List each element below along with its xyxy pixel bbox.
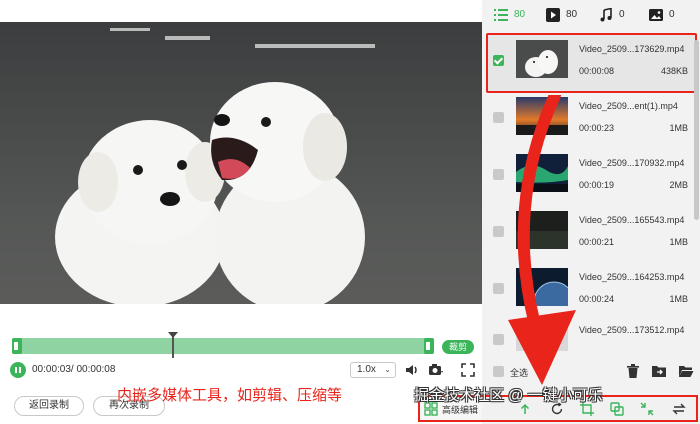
tab-all[interactable]: 80	[494, 7, 528, 23]
video-player[interactable]	[0, 0, 482, 330]
scrollbar[interactable]	[694, 40, 699, 220]
trim-timeline[interactable]	[12, 332, 434, 358]
tab-audio-count: 0	[619, 9, 625, 20]
chevron-down-icon: ⌄	[384, 365, 391, 374]
item-checkbox[interactable]	[493, 55, 504, 66]
file-duration: 00:00:19	[579, 180, 615, 190]
clip-button[interactable]: 裁剪	[442, 340, 474, 354]
item-checkbox[interactable]	[493, 334, 504, 345]
file-duration: 00:00:23	[579, 123, 615, 133]
list-item[interactable]: Video_2509...170932.mp4 00:00:19 2MB	[482, 151, 692, 207]
file-duration: 00:00:24	[579, 294, 615, 304]
file-size: 1MB	[669, 123, 688, 133]
music-note-icon	[600, 8, 612, 22]
file-name: Video_2509...173512.mp4	[579, 325, 685, 335]
item-checkbox[interactable]	[493, 112, 504, 123]
file-name: Video_2509...165543.mp4	[579, 215, 685, 225]
file-duration: 00:00:08	[579, 66, 615, 76]
trim-start-handle[interactable]	[12, 338, 22, 354]
folder-open-icon[interactable]	[678, 363, 694, 379]
trim-end-handle[interactable]	[424, 338, 434, 354]
video-thumbnail	[516, 97, 568, 135]
video-thumbnail	[516, 40, 568, 78]
trash-icon[interactable]	[625, 363, 641, 379]
play-icon	[546, 8, 560, 22]
playhead[interactable]	[168, 332, 178, 358]
video-frame[interactable]	[0, 22, 482, 304]
video-thumbnail	[516, 321, 568, 351]
puppies-video-image	[55, 28, 375, 304]
item-checkbox[interactable]	[493, 283, 504, 294]
tab-image-count: 0	[669, 9, 675, 20]
list-item[interactable]: Video_2509...165543.mp4 00:00:21 1MB	[482, 208, 692, 264]
file-size: 438KB	[660, 66, 688, 76]
tab-audio[interactable]: 0	[599, 7, 629, 23]
watermark-text: 掘金技术社区 @ 一键小可乐	[414, 387, 603, 404]
image-icon	[649, 9, 663, 21]
list-item[interactable]: Video_2509...164253.mp4 00:00:24 1MB	[482, 265, 692, 321]
time-readout: 00:00:03/ 00:00:08	[32, 364, 116, 375]
back-to-record-button[interactable]: 返回录制	[14, 396, 84, 416]
video-thumbnail	[516, 154, 568, 192]
select-all-label: 全选	[510, 368, 529, 378]
convert-icon[interactable]	[672, 402, 686, 416]
file-size: 1MB	[669, 237, 688, 247]
file-name: Video_2509...173629.mp4	[579, 44, 685, 54]
annotation-text: 内嵌多媒体工具，如剪辑、压缩等	[117, 387, 343, 404]
folder-export-icon[interactable]	[651, 363, 667, 379]
video-thumbnail	[516, 268, 568, 306]
compress-icon[interactable]	[640, 402, 654, 416]
tab-all-count: 80	[514, 9, 526, 20]
file-name: Video_2509...170932.mp4	[579, 158, 685, 168]
file-name: Video_2509...164253.mp4	[579, 272, 685, 282]
select-all-checkbox[interactable]	[493, 366, 504, 377]
fullscreen-icon[interactable]	[460, 362, 476, 378]
tab-image[interactable]: 0	[649, 7, 679, 23]
file-size: 2MB	[669, 180, 688, 190]
pause-button[interactable]	[10, 362, 26, 378]
merge-icon[interactable]	[610, 402, 624, 416]
speed-value: 1.0x	[357, 364, 376, 375]
list-icon	[494, 9, 508, 21]
playback-speed-select[interactable]: 1.0x ⌄	[350, 362, 396, 378]
camera-icon[interactable]	[428, 362, 444, 378]
list-item[interactable]: Video_2509...173512.mp4	[482, 318, 692, 352]
tab-video-count: 80	[566, 9, 578, 20]
tab-video[interactable]: 80	[546, 7, 580, 23]
file-name: Video_2509...ent(1).mp4	[579, 101, 678, 111]
file-duration: 00:00:21	[579, 237, 615, 247]
filter-tabs: 80 80 0 0	[482, 0, 700, 30]
file-size: 1MB	[669, 294, 688, 304]
volume-icon[interactable]	[404, 362, 420, 378]
list-item[interactable]: Video_2509...173629.mp4 00:00:08 438KB	[482, 37, 692, 93]
list-item[interactable]: Video_2509...ent(1).mp4 00:00:23 1MB	[482, 94, 692, 150]
video-thumbnail	[516, 211, 568, 249]
item-checkbox[interactable]	[493, 226, 504, 237]
item-checkbox[interactable]	[493, 169, 504, 180]
